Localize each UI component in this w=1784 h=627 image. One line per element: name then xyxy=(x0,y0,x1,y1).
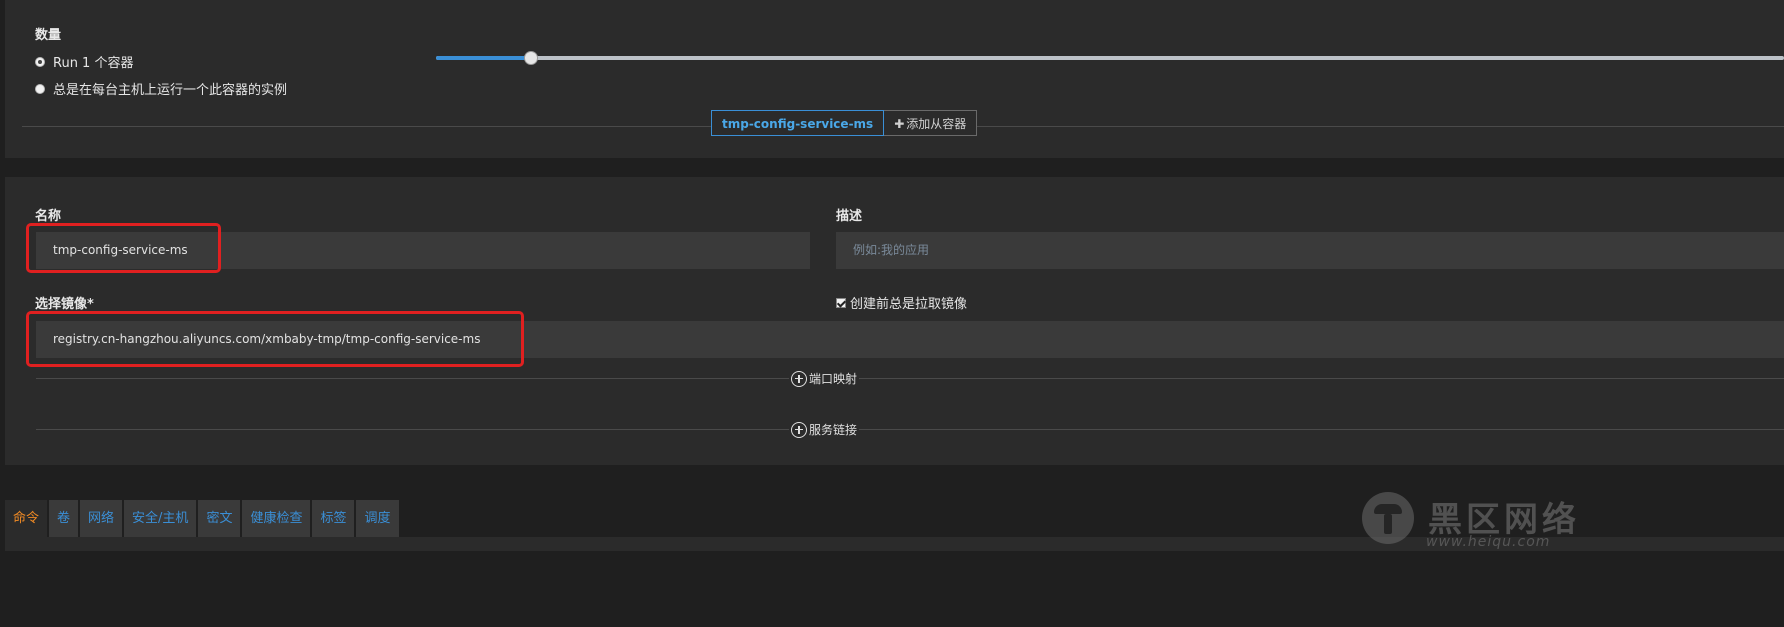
radio-unchecked-icon[interactable] xyxy=(35,83,45,94)
config-tabs: 命令 卷 网络 安全/主机 密文 健康检查 标签 调度 xyxy=(5,500,401,537)
plus-icon: ✚ xyxy=(894,117,905,131)
pull-image-option[interactable]: 创建前总是拉取镜像 xyxy=(836,293,967,312)
container-tabs: tmp-config-service-ms ✚ 添加从容器 xyxy=(711,110,978,136)
tab-networking[interactable]: 网络 xyxy=(80,500,123,537)
slider-thumb[interactable] xyxy=(524,51,538,65)
highlight-name xyxy=(26,223,221,273)
tab-health-check[interactable]: 健康检查 xyxy=(242,500,311,537)
scale-slider[interactable] xyxy=(436,51,1784,65)
add-circle-icon xyxy=(791,370,807,387)
watermark-url: www.heiqu.com xyxy=(1426,534,1551,550)
tab-security-host[interactable]: 安全/主机 xyxy=(124,500,197,537)
run-count-label: Run 1 个容器 xyxy=(53,56,134,71)
add-sidekick-label: 添加从容器 xyxy=(906,117,967,131)
description-input[interactable]: 例如:我的应用 xyxy=(836,232,1784,269)
watermark: 黑区网络 www.heiqu.com xyxy=(1362,492,1782,552)
links-divider xyxy=(36,429,1784,430)
name-label: 名称 xyxy=(35,209,62,224)
add-port-mapping-button[interactable]: 端口映射 xyxy=(789,370,860,387)
container-tab-active[interactable]: tmp-config-service-ms xyxy=(711,110,885,136)
tab-volumes[interactable]: 卷 xyxy=(49,500,79,537)
run-count-option[interactable]: Run 1 个容器 xyxy=(35,52,133,71)
image-label: 选择镜像* xyxy=(35,297,94,312)
tab-command[interactable]: 命令 xyxy=(5,500,48,537)
port-mapping-label: 端口映射 xyxy=(809,372,858,386)
tab-labels[interactable]: 标签 xyxy=(312,500,355,537)
scale-title: 数量 xyxy=(35,28,62,43)
add-sidekick-button[interactable]: ✚ 添加从容器 xyxy=(884,110,978,136)
checkbox-checked-icon[interactable] xyxy=(836,297,846,308)
add-service-link-button[interactable]: 服务链接 xyxy=(789,421,860,438)
port-divider xyxy=(36,378,1784,379)
radio-checked-icon[interactable] xyxy=(35,56,45,67)
add-circle-icon xyxy=(791,421,807,438)
global-option[interactable]: 总是在每台主机上运行一个此容器的实例 xyxy=(35,79,287,98)
watermark-logo-stem xyxy=(1384,514,1392,534)
service-links-label: 服务链接 xyxy=(809,423,858,437)
global-option-label: 总是在每台主机上运行一个此容器的实例 xyxy=(53,83,288,98)
pull-image-label: 创建前总是拉取镜像 xyxy=(850,297,968,312)
highlight-image xyxy=(26,311,524,367)
slider-fill xyxy=(436,56,531,60)
description-label: 描述 xyxy=(836,209,863,224)
tab-scheduling[interactable]: 调度 xyxy=(356,500,399,537)
tab-secrets[interactable]: 密文 xyxy=(198,500,241,537)
